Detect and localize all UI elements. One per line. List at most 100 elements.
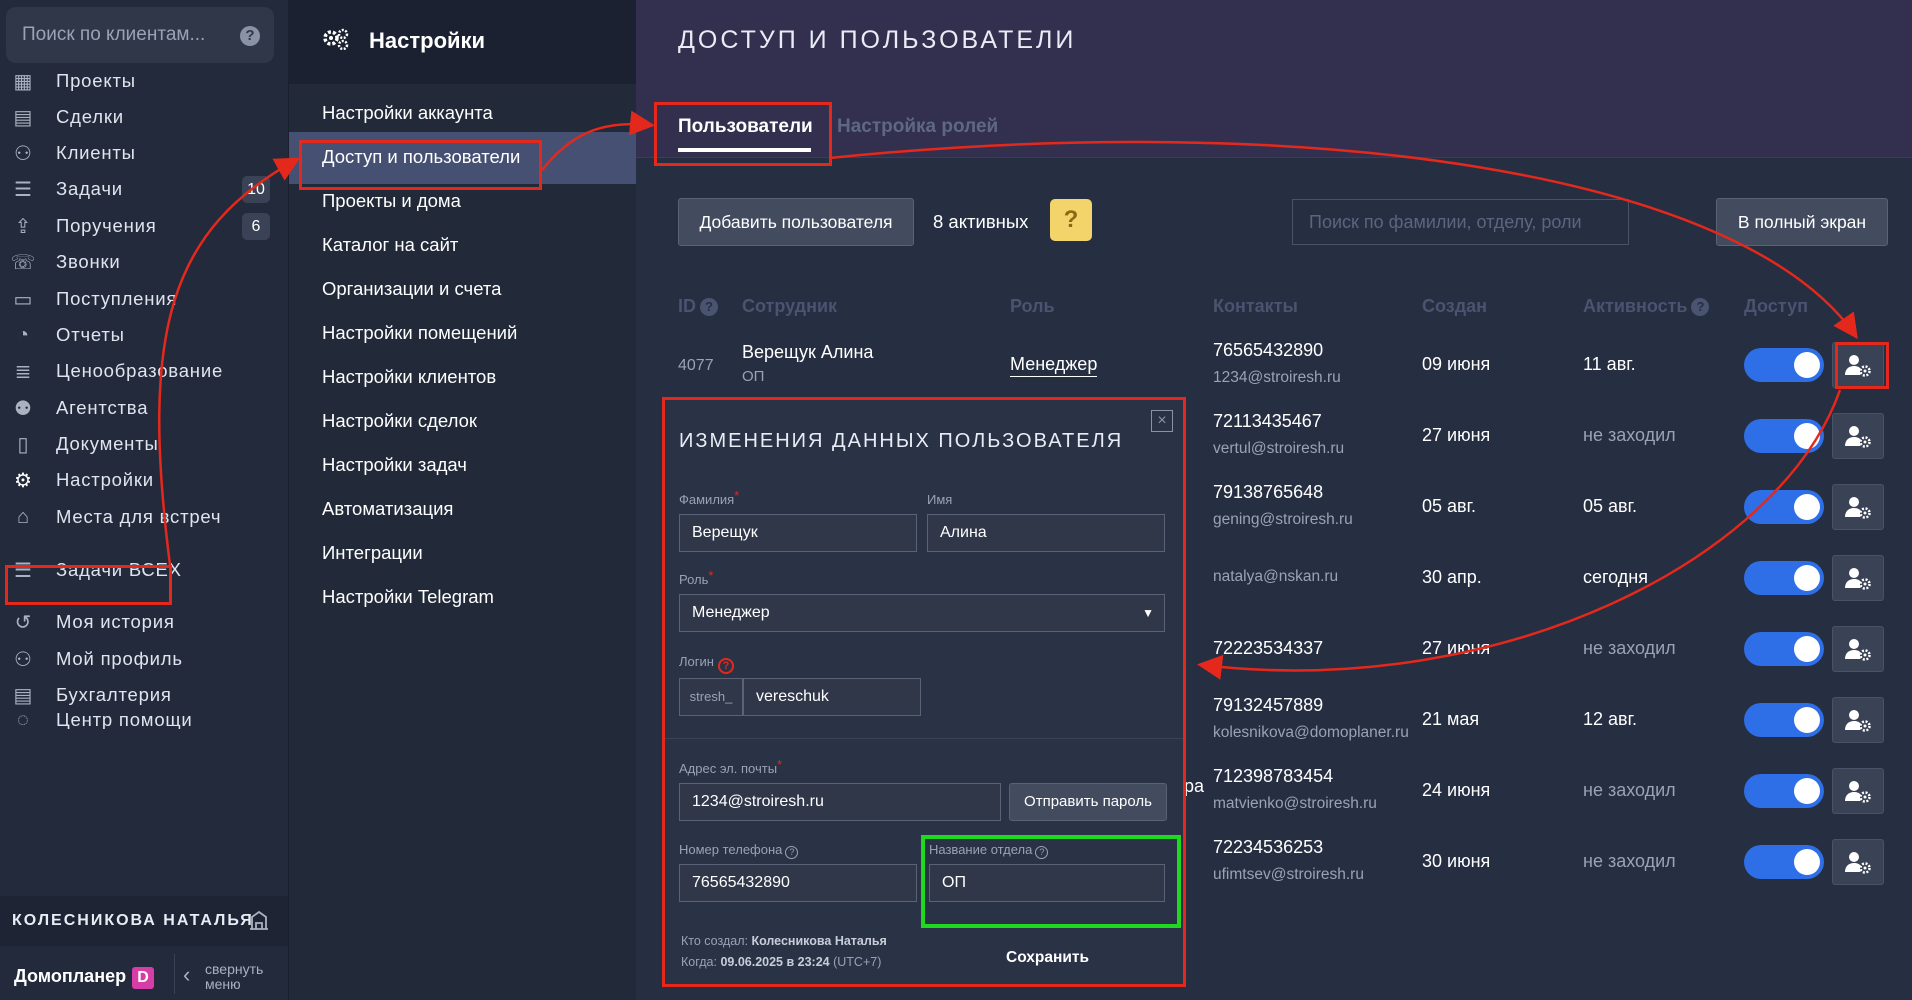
last-name-field[interactable] (679, 514, 917, 552)
nav-item-15[interactable]: ⚇ Мой профиль (0, 639, 288, 679)
main-header: ДОСТУП И ПОЛЬЗОВАТЕЛИ (636, 0, 1912, 78)
brand-logo[interactable]: Домопланер D (14, 966, 155, 989)
access-toggle[interactable] (1744, 703, 1824, 737)
fullscreen-button[interactable]: В полный экран (1716, 198, 1888, 246)
edit-user-button[interactable] (1832, 413, 1884, 459)
nav-item-8[interactable]: ≣ Ценообразование (0, 351, 288, 391)
nav-item-4[interactable]: ⇪ Поручения 6 (0, 206, 288, 246)
edit-user-button[interactable] (1832, 484, 1884, 530)
brand-name: Домопланер (14, 966, 127, 986)
created-date: 30 апр. (1422, 567, 1482, 587)
created-when-value: 09.06.2025 в 23:24 (720, 955, 830, 969)
toggle-knob (1794, 352, 1820, 378)
first-name-label: Имя (927, 492, 953, 507)
help-icon[interactable]: ? (240, 26, 260, 46)
access-toggle[interactable] (1744, 774, 1824, 808)
created-by: Кто создал: Колесникова Наталья (681, 934, 887, 948)
question-icon[interactable]: ? (1050, 199, 1092, 241)
send-password-button[interactable]: Отправить пароль (1009, 783, 1167, 821)
role-value: Менеджер (692, 604, 770, 621)
edit-user-button[interactable] (1832, 839, 1884, 885)
phone-field[interactable] (679, 864, 917, 902)
nav-item-12[interactable]: ⌂ Места для встреч (0, 497, 288, 537)
employee-dept: ОП (742, 368, 765, 385)
settings-item-label: Каталог на сайт (322, 234, 459, 255)
column-header: Создан (1422, 296, 1487, 317)
save-button[interactable]: Сохранить (1006, 949, 1089, 967)
last-activity: не заходил (1583, 851, 1676, 871)
created-by-label: Кто создал: (681, 934, 748, 948)
login-label-text: Логин (679, 654, 714, 669)
organization-icon[interactable] (246, 908, 272, 934)
access-toggle[interactable] (1744, 419, 1824, 453)
settings-header: Настройки (289, 0, 637, 84)
email-label: Адрес эл. почты* (679, 757, 782, 776)
question-icon[interactable]: ? (785, 846, 799, 859)
email: vertul@stroiresh.ru (1213, 440, 1345, 457)
nav-item-0[interactable]: ▦ Проекты (0, 61, 288, 101)
nav-item-11[interactable]: ⚙ Настройки (0, 460, 288, 500)
role-link[interactable]: Менеджер (1010, 354, 1098, 377)
login-field[interactable] (743, 678, 921, 716)
edit-user-button[interactable] (1832, 626, 1884, 672)
tab-roles-settings[interactable]: Настройка ролей (837, 116, 998, 138)
question-icon[interactable]: ? (717, 658, 734, 674)
nav-item-17[interactable]: ◌ Центр помощи (0, 711, 288, 729)
email: matvienko@stroiresh.ru (1213, 795, 1377, 812)
nav-item-10[interactable]: ▯ Документы (0, 424, 288, 464)
app: ? ▦ Проекты ▤ Сделки ⚇ Клиенты ☰ Задачи 10 ⇪ Поруч… (0, 0, 1912, 1000)
last-name-label-text: Фамилия (679, 492, 735, 507)
phone-label: Номер телефона? (679, 842, 799, 859)
nav-badge: 6 (242, 212, 270, 240)
role-select[interactable]: Менеджер ▼ (679, 594, 1165, 632)
email-field[interactable] (679, 783, 1001, 821)
left-navigation: ? ▦ Проекты ▤ Сделки ⚇ Клиенты ☰ Задачи 10 ⇪ Поруч… (0, 0, 288, 1000)
help-center-icon: ◌ (17, 711, 29, 729)
column-header: Активность? (1583, 296, 1710, 317)
settings-item-11[interactable]: Настройки Telegram (289, 572, 637, 624)
created-date: 09 июня (1422, 354, 1491, 374)
last-activity: 11 авг. (1583, 354, 1636, 374)
annotation-edit-button-box (1835, 342, 1889, 389)
user-bar[interactable]: КОЛЕСНИКОВА НАТАЛЬЯ (0, 896, 288, 946)
nav-item-3[interactable]: ☰ Задачи 10 (0, 169, 288, 209)
access-toggle[interactable] (1744, 490, 1824, 524)
last-activity: не заходил (1583, 780, 1676, 800)
access-toggle[interactable] (1744, 561, 1824, 595)
nav-item-16[interactable]: ▤ Бухгалтерия (0, 675, 288, 715)
nav-item-2[interactable]: ⚇ Клиенты (0, 133, 288, 173)
nav-item-14[interactable]: ↺ Моя история (0, 602, 288, 642)
question-icon[interactable]: ? (1691, 298, 1710, 316)
nav-item-label: Документы (56, 433, 159, 454)
first-name-field[interactable] (927, 514, 1165, 552)
user-gear-icon (1845, 852, 1871, 874)
nav-item-9[interactable]: ⚉ Агентства (0, 388, 288, 428)
user-search-input[interactable] (1292, 199, 1629, 245)
settings-item-label: Настройки Telegram (322, 586, 494, 607)
role-label: Роль* (679, 568, 713, 587)
last-name-label: Фамилия* (679, 488, 739, 507)
access-toggle[interactable] (1744, 632, 1824, 666)
close-icon[interactable]: × (1151, 410, 1173, 432)
question-icon[interactable]: ? (700, 298, 718, 316)
edit-user-button[interactable] (1832, 555, 1884, 601)
access-toggle[interactable] (1744, 845, 1824, 879)
email: natalya@nskan.ru (1213, 568, 1339, 585)
brand-bar: Домопланер D ‹ свернуть меню (0, 948, 288, 1000)
edit-user-button[interactable] (1832, 768, 1884, 814)
user-gear-icon (1845, 639, 1871, 661)
email: 1234@stroiresh.ru (1213, 369, 1341, 386)
brand-letter: D (132, 967, 155, 989)
nav-item-1[interactable]: ▤ Сделки (0, 97, 288, 137)
collapse-menu-button[interactable]: ‹ свернуть меню (174, 954, 263, 994)
nav-item-5[interactable]: ☏ Звонки (0, 242, 288, 282)
nav-item-7[interactable]: ◔ Отчеты (0, 315, 288, 355)
edit-user-button[interactable] (1832, 697, 1884, 743)
email: kolesnikova@domoplaner.ru (1213, 724, 1409, 741)
add-user-button[interactable]: Добавить пользователя (678, 198, 914, 246)
access-toggle[interactable] (1744, 348, 1824, 382)
profile-icon: ⚇ (14, 648, 32, 671)
nav-item-6[interactable]: ▭ Поступления (0, 279, 288, 319)
created-date: 30 июня (1422, 851, 1491, 871)
client-search-input[interactable] (22, 7, 242, 63)
